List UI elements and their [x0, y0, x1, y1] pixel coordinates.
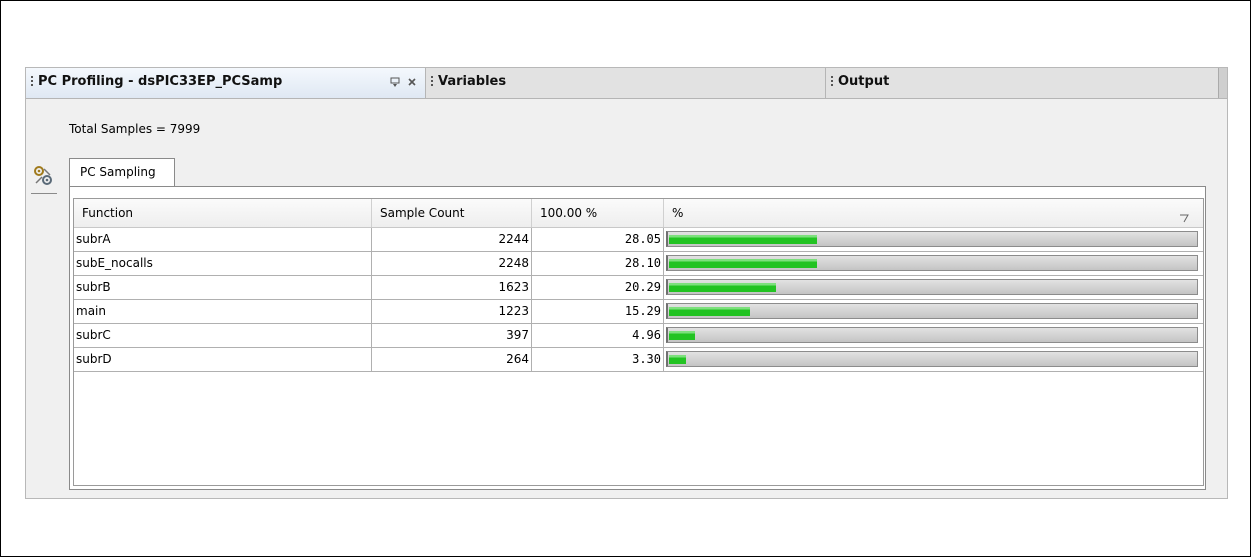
percent-bar-cell: [664, 276, 1203, 299]
table-header: Function Sample Count 100.00 % %: [74, 199, 1203, 228]
sample-count: 1223: [372, 300, 532, 323]
column-header-percent-total[interactable]: 100.00 %: [532, 199, 664, 227]
sample-count: 2244: [372, 228, 532, 251]
column-header-sample-count[interactable]: Sample Count: [372, 199, 532, 227]
table-row[interactable]: subrC 397 4.96: [74, 324, 1203, 348]
sampling-table-container: Function Sample Count 100.00 % % subrA 2…: [69, 186, 1206, 490]
column-header-percent-bar-label: %: [672, 206, 684, 220]
sample-count: 1623: [372, 276, 532, 299]
table-row[interactable]: subrD 264 3.30: [74, 348, 1203, 372]
column-header-function[interactable]: Function: [74, 199, 372, 227]
percent-bar-cell: [664, 324, 1203, 347]
percent-bar-fill: [669, 259, 817, 268]
percent-bar-fill: [669, 235, 817, 244]
sample-count: 397: [372, 324, 532, 347]
column-header-percent-bar[interactable]: %: [664, 199, 1203, 227]
minimize-icon[interactable]: [389, 76, 401, 88]
drag-grip-icon[interactable]: [831, 76, 833, 88]
tab-label: Output: [838, 74, 890, 89]
table-row[interactable]: subE_nocalls 2248 28.10: [74, 252, 1203, 276]
percent-bar-cell: [664, 228, 1203, 251]
function-name: subrC: [74, 324, 372, 347]
sample-count: 2248: [372, 252, 532, 275]
percent-bar-track: [666, 303, 1198, 319]
percent-bar-cell: [664, 348, 1203, 371]
tab-label: Variables: [438, 74, 507, 89]
tabbar-edge: [1218, 68, 1227, 98]
function-name: main: [74, 300, 372, 323]
percent-bar-track: [666, 351, 1198, 367]
percent-bar-fill: [669, 355, 686, 364]
percent-bar-fill: [669, 283, 776, 292]
sample-count: 264: [372, 348, 532, 371]
sample-percent: 28.10: [532, 252, 664, 275]
pc-profiling-panel: PC Profiling - dsPIC33EP_PCSamp Variable…: [25, 67, 1228, 499]
tab-output[interactable]: Output: [826, 68, 1219, 98]
table-row[interactable]: main 1223 15.29: [74, 300, 1203, 324]
table-row[interactable]: subrA 2244 28.05: [74, 228, 1203, 252]
total-samples-label: Total Samples = 7999: [69, 122, 201, 136]
function-name: subrA: [74, 228, 372, 251]
tab-pc-profiling[interactable]: PC Profiling - dsPIC33EP_PCSamp: [26, 68, 426, 98]
tab-bar: PC Profiling - dsPIC33EP_PCSamp Variable…: [26, 68, 1227, 99]
sampling-table: Function Sample Count 100.00 % % subrA 2…: [73, 198, 1204, 486]
percent-bar-cell: [664, 300, 1203, 323]
sample-percent: 15.29: [532, 300, 664, 323]
sample-percent: 28.05: [532, 228, 664, 251]
table-row[interactable]: subrB 1623 20.29: [74, 276, 1203, 300]
drag-grip-icon[interactable]: [431, 76, 433, 88]
percent-bar-fill: [669, 307, 750, 316]
percent-bar-track: [666, 255, 1198, 271]
function-name: subrB: [74, 276, 372, 299]
percent-bar-track: [666, 231, 1198, 247]
sample-percent: 4.96: [532, 324, 664, 347]
subtab-label: PC Sampling: [80, 165, 156, 179]
function-name: subrD: [74, 348, 372, 371]
side-divider: [31, 193, 57, 194]
tools-icon[interactable]: [32, 165, 54, 187]
percent-bar-track: [666, 327, 1198, 343]
percent-bar-track: [666, 279, 1198, 295]
tab-variables[interactable]: Variables: [426, 68, 826, 98]
drag-grip-icon[interactable]: [31, 76, 33, 88]
sample-percent: 20.29: [532, 276, 664, 299]
function-name: subE_nocalls: [74, 252, 372, 275]
percent-bar-cell: [664, 252, 1203, 275]
close-icon[interactable]: [406, 76, 418, 88]
tab-label: PC Profiling - dsPIC33EP_PCSamp: [38, 74, 283, 89]
tab-pc-sampling[interactable]: PC Sampling: [69, 158, 175, 186]
percent-bar-fill: [669, 331, 695, 340]
sample-percent: 3.30: [532, 348, 664, 371]
